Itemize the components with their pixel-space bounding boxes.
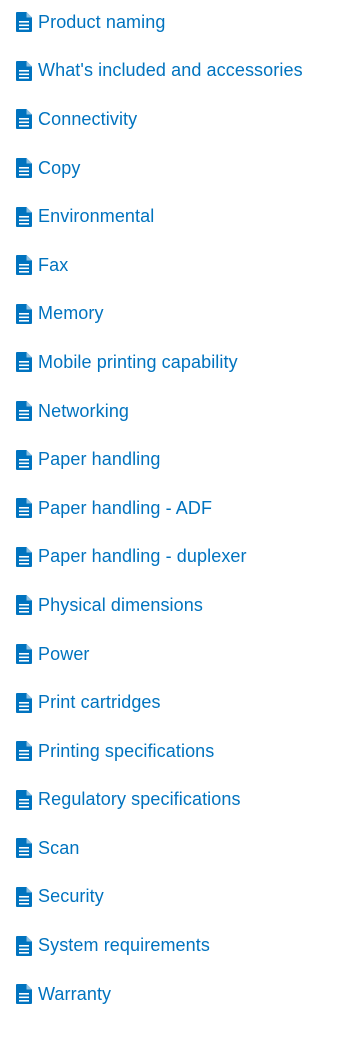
list-item-product-naming: Product naming [16, 0, 303, 47]
topic-label: Scan [38, 837, 80, 858]
topic-label: Product naming [38, 11, 166, 32]
topic-label: Warranty [38, 983, 112, 1004]
document-icon [16, 886, 32, 907]
list-item-environmental: Environmental [16, 192, 303, 241]
topic-link-warranty[interactable]: Warranty [16, 984, 111, 1005]
document-icon [16, 401, 32, 422]
topic-link-memory[interactable]: Memory [16, 303, 104, 324]
document-icon [16, 984, 32, 1005]
topic-link-paper-handling-duplexer[interactable]: Paper handling - duplexer [16, 546, 247, 567]
topic-link-paper-handling-adf[interactable]: Paper handling - ADF [16, 498, 212, 519]
document-icon [16, 60, 32, 81]
list-item-warranty: Warranty [16, 970, 303, 1019]
topic-link-copy[interactable]: Copy [16, 158, 80, 179]
document-icon [16, 789, 32, 810]
topic-label: Printing specifications [38, 740, 215, 761]
document-icon [16, 692, 32, 713]
topic-label: Fax [38, 254, 69, 275]
topic-label: What's included and accessories [38, 60, 303, 81]
topic-link-what-s-included-and-accessories[interactable]: What's included and accessories [16, 60, 303, 81]
list-item-system-requirements: System requirements [16, 921, 303, 970]
list-item-security: Security [16, 873, 303, 922]
topic-label: Power [38, 643, 90, 664]
topic-label: Regulatory specifications [38, 789, 241, 810]
topic-link-connectivity[interactable]: Connectivity [16, 109, 137, 130]
list-item-fax: Fax [16, 241, 303, 290]
topic-link-system-requirements[interactable]: System requirements [16, 935, 210, 956]
document-icon [16, 352, 32, 373]
list-item-physical-dimensions: Physical dimensions [16, 581, 303, 630]
topic-link-printing-specifications[interactable]: Printing specifications [16, 741, 214, 762]
topic-link-power[interactable]: Power [16, 644, 90, 665]
document-icon [16, 935, 32, 956]
document-icon [16, 303, 32, 324]
topic-label: Networking [38, 400, 130, 421]
document-icon [16, 741, 32, 762]
document-icon [16, 449, 32, 470]
list-item-memory: Memory [16, 290, 303, 339]
topic-link-product-naming[interactable]: Product naming [16, 12, 165, 33]
document-icon [16, 12, 32, 33]
topic-label: Physical dimensions [38, 594, 203, 615]
topic-label: Paper handling - ADF [38, 497, 213, 518]
list-item-printing-specifications: Printing specifications [16, 727, 303, 776]
document-icon [16, 498, 32, 519]
topic-link-environmental[interactable]: Environmental [16, 206, 154, 227]
list-item-paper-handling-adf: Paper handling - ADF [16, 484, 303, 533]
list-item-print-cartridges: Print cartridges [16, 678, 303, 727]
list-item-copy: Copy [16, 144, 303, 193]
document-icon [16, 109, 32, 130]
spec-topic-list: Product naming What's included and acces… [16, 0, 303, 1018]
document-icon [16, 838, 32, 859]
topic-label: Environmental [38, 206, 155, 227]
topic-label: System requirements [38, 935, 210, 956]
document-icon [16, 206, 32, 227]
topic-link-networking[interactable]: Networking [16, 401, 129, 422]
topic-link-security[interactable]: Security [16, 886, 104, 907]
topic-label: Copy [38, 157, 81, 178]
topic-link-mobile-printing-capability[interactable]: Mobile printing capability [16, 352, 238, 373]
topic-link-fax[interactable]: Fax [16, 255, 68, 276]
topic-label: Mobile printing capability [38, 351, 238, 372]
topic-label: Paper handling - duplexer [38, 546, 247, 567]
topic-label: Paper handling [38, 449, 161, 470]
topic-label: Memory [38, 303, 104, 324]
topic-link-paper-handling[interactable]: Paper handling [16, 449, 161, 470]
topic-label: Security [38, 886, 104, 907]
document-icon [16, 158, 32, 179]
topic-link-scan[interactable]: Scan [16, 838, 79, 859]
list-item-connectivity: Connectivity [16, 95, 303, 144]
list-item-paper-handling: Paper handling [16, 435, 303, 484]
topic-label: Connectivity [38, 108, 138, 129]
topic-link-physical-dimensions[interactable]: Physical dimensions [16, 595, 203, 616]
list-item-power: Power [16, 630, 303, 679]
document-icon [16, 595, 32, 616]
list-item-scan: Scan [16, 824, 303, 873]
list-item-regulatory-specifications: Regulatory specifications [16, 776, 303, 825]
document-icon [16, 644, 32, 665]
document-icon [16, 546, 32, 567]
topic-link-print-cartridges[interactable]: Print cartridges [16, 692, 161, 713]
list-item-networking: Networking [16, 387, 303, 436]
topic-link-regulatory-specifications[interactable]: Regulatory specifications [16, 789, 241, 810]
list-item-what-s-included-and-accessories: What's included and accessories [16, 47, 303, 96]
list-item-mobile-printing-capability: Mobile printing capability [16, 338, 303, 387]
list-item-paper-handling-duplexer: Paper handling - duplexer [16, 533, 303, 582]
document-icon [16, 255, 32, 276]
topic-label: Print cartridges [38, 692, 161, 713]
